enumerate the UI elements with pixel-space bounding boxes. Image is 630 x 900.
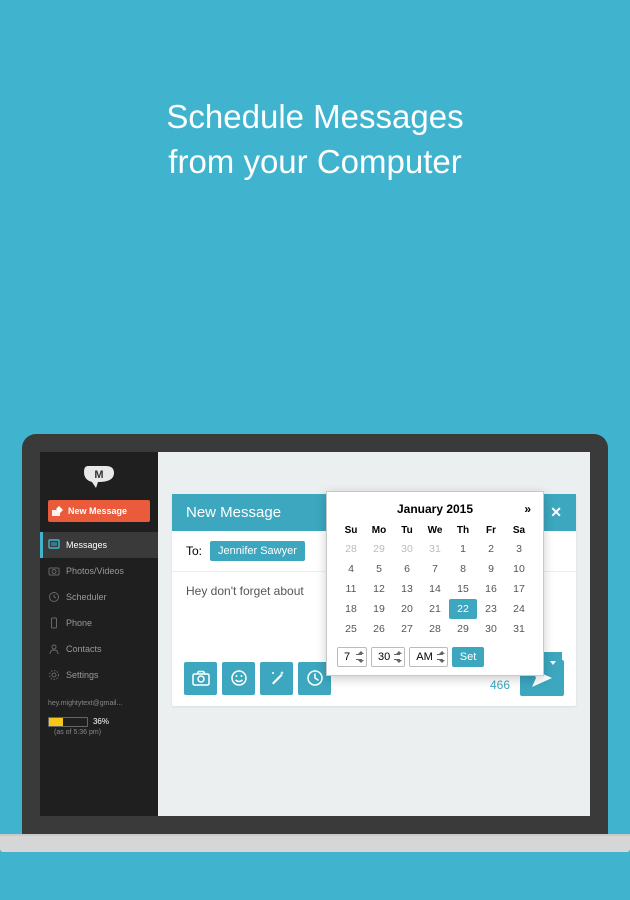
camera-icon bbox=[48, 565, 60, 577]
date-picker: January 2015 » SuMoTuWeThFrSa28293031123… bbox=[326, 491, 544, 676]
calendar-dow: Mo bbox=[365, 522, 393, 539]
calendar-day[interactable]: 22 bbox=[449, 599, 477, 619]
calendar-day[interactable]: 29 bbox=[449, 619, 477, 639]
calendar-day[interactable]: 25 bbox=[337, 619, 365, 639]
calendar-day[interactable]: 17 bbox=[505, 579, 533, 599]
recipient-chip[interactable]: Jennifer Sawyer bbox=[210, 541, 305, 561]
calendar-day[interactable]: 21 bbox=[421, 599, 449, 619]
calendar-day[interactable]: 20 bbox=[393, 599, 421, 619]
character-count: 466 bbox=[490, 678, 510, 696]
sidebar-item-label: Contacts bbox=[66, 644, 102, 654]
calendar-day[interactable]: 13 bbox=[393, 579, 421, 599]
sidebar-item-label: Photos/Videos bbox=[66, 566, 124, 576]
calendar-day[interactable]: 18 bbox=[337, 599, 365, 619]
main-content: New Message ✕ To: Jennifer Sawyer Hey do… bbox=[158, 452, 590, 816]
calendar-dow: Th bbox=[449, 522, 477, 539]
compose-icon bbox=[52, 506, 64, 516]
sidebar-item-label: Messages bbox=[66, 540, 107, 550]
calendar-dow: We bbox=[421, 522, 449, 539]
sidebar-item-photos[interactable]: Photos/Videos bbox=[40, 558, 158, 584]
app-logo: M bbox=[82, 464, 116, 490]
svg-text:M: M bbox=[94, 469, 103, 481]
sidebar: M New Message Messages Photos/Videos Sch… bbox=[40, 452, 158, 816]
calendar-title: January 2015 » bbox=[337, 502, 533, 516]
smile-icon bbox=[230, 669, 248, 687]
calendar-day[interactable]: 26 bbox=[365, 619, 393, 639]
new-message-button[interactable]: New Message bbox=[48, 500, 150, 522]
attach-photo-button[interactable] bbox=[184, 662, 217, 695]
calendar-day[interactable]: 9 bbox=[477, 559, 505, 579]
phone-icon bbox=[48, 617, 60, 629]
calendar-day[interactable]: 14 bbox=[421, 579, 449, 599]
messages-icon bbox=[48, 539, 60, 551]
dropdown-caret-icon bbox=[544, 652, 562, 674]
calendar-day[interactable]: 2 bbox=[477, 539, 505, 559]
clock-icon bbox=[48, 591, 60, 603]
minute-stepper[interactable]: 30 bbox=[371, 647, 405, 667]
calendar-day[interactable]: 15 bbox=[449, 579, 477, 599]
hero-title: Schedule Messages from your Computer bbox=[0, 0, 630, 184]
clock-icon bbox=[306, 669, 324, 687]
magic-button[interactable] bbox=[260, 662, 293, 695]
calendar-dow: Sa bbox=[505, 522, 533, 539]
calendar-day[interactable]: 8 bbox=[449, 559, 477, 579]
calendar-day[interactable]: 3 bbox=[505, 539, 533, 559]
calendar-day[interactable]: 19 bbox=[365, 599, 393, 619]
close-icon[interactable]: ✕ bbox=[550, 504, 562, 521]
calendar-dow: Tu bbox=[393, 522, 421, 539]
sidebar-item-messages[interactable]: Messages bbox=[40, 532, 158, 558]
sidebar-item-label: Phone bbox=[66, 618, 92, 628]
set-button[interactable]: Set bbox=[452, 647, 485, 667]
compose-title: New Message bbox=[186, 504, 281, 521]
calendar-day[interactable]: 5 bbox=[365, 559, 393, 579]
account-email: hey.mightytext@gmail... bbox=[40, 696, 158, 711]
sidebar-item-contacts[interactable]: Contacts bbox=[40, 636, 158, 662]
emoji-button[interactable] bbox=[222, 662, 255, 695]
calendar-day[interactable]: 30 bbox=[477, 619, 505, 639]
calendar-day[interactable]: 12 bbox=[365, 579, 393, 599]
wand-icon bbox=[268, 669, 286, 687]
calendar-dow: Su bbox=[337, 522, 365, 539]
calendar-day[interactable]: 29 bbox=[365, 539, 393, 559]
sidebar-item-scheduler[interactable]: Scheduler bbox=[40, 584, 158, 610]
calendar-day[interactable]: 28 bbox=[337, 539, 365, 559]
compose-panel: New Message ✕ To: Jennifer Sawyer Hey do… bbox=[172, 494, 576, 706]
person-icon bbox=[48, 643, 60, 655]
to-label: To: bbox=[186, 544, 202, 558]
sidebar-item-phone[interactable]: Phone bbox=[40, 610, 158, 636]
sidebar-item-settings[interactable]: Settings bbox=[40, 662, 158, 688]
battery-indicator: 36% (as of 5:36 pm) bbox=[48, 717, 150, 736]
ampm-stepper[interactable]: AM bbox=[409, 647, 448, 667]
calendar-dow: Fr bbox=[477, 522, 505, 539]
calendar-day[interactable]: 16 bbox=[477, 579, 505, 599]
laptop-mockup: M New Message Messages Photos/Videos Sch… bbox=[22, 434, 608, 852]
calendar-day[interactable]: 11 bbox=[337, 579, 365, 599]
sidebar-item-label: Scheduler bbox=[66, 592, 107, 602]
calendar-day[interactable]: 28 bbox=[421, 619, 449, 639]
calendar-next-button[interactable]: » bbox=[524, 502, 531, 516]
calendar-day[interactable]: 31 bbox=[421, 539, 449, 559]
gear-icon bbox=[48, 669, 60, 681]
calendar-day[interactable]: 23 bbox=[477, 599, 505, 619]
calendar-day[interactable]: 7 bbox=[421, 559, 449, 579]
calendar-day[interactable]: 1 bbox=[449, 539, 477, 559]
calendar-day[interactable]: 31 bbox=[505, 619, 533, 639]
calendar-day[interactable]: 6 bbox=[393, 559, 421, 579]
calendar-day[interactable]: 24 bbox=[505, 599, 533, 619]
camera-icon bbox=[192, 670, 210, 686]
calendar-day[interactable]: 30 bbox=[393, 539, 421, 559]
calendar-day[interactable]: 4 bbox=[337, 559, 365, 579]
sidebar-item-label: Settings bbox=[66, 670, 99, 680]
laptop-base bbox=[0, 834, 630, 852]
hour-stepper[interactable]: 7 bbox=[337, 647, 367, 667]
calendar-day[interactable]: 27 bbox=[393, 619, 421, 639]
calendar-day[interactable]: 10 bbox=[505, 559, 533, 579]
